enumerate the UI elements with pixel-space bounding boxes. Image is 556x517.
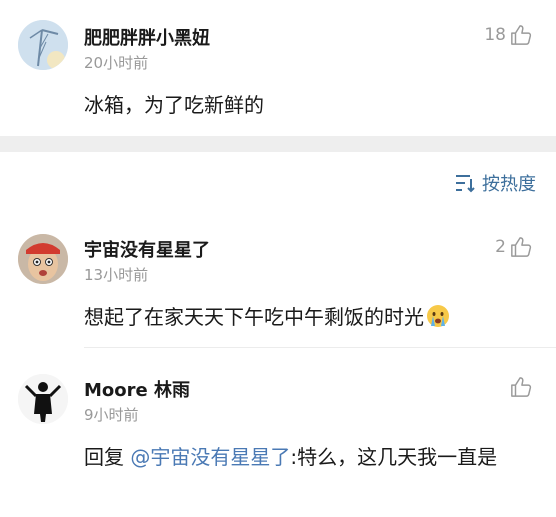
crying-face-emoji [426,302,450,340]
reply-text: :特么，这几天我一直是 [290,445,498,469]
like-button[interactable] [506,376,532,398]
username[interactable]: 宇宙没有星星了 [84,236,210,262]
comment-text: 回复 @宇宙没有星星了:特么，这几天我一直是 [84,438,532,476]
username[interactable]: Moore 林雨 [84,376,190,402]
thumbs-up-icon [511,25,532,45]
thumbs-up-icon [511,237,532,257]
crane-avatar-image [18,20,68,70]
timestamp: 20小时前 [84,54,149,72]
like-count: 2 [495,237,506,257]
avatar[interactable] [18,20,68,70]
comment-separator [84,347,556,348]
timestamp: 9小时前 [84,406,139,424]
like-count: 18 [484,25,506,45]
silhouette-avatar-image [18,374,68,424]
timestamp: 13小时前 [84,266,149,284]
like-button[interactable]: 18 [484,24,532,46]
username[interactable]: 肥肥胖胖小黑妞 [84,24,210,50]
section-divider [0,136,556,152]
thumbs-up-icon [511,377,532,397]
reply-prefix: 回复 [84,445,131,469]
comment-1: 肥肥胖胖小黑妞 20小时前 18 冰箱，为了吃新鲜的 [0,0,556,136]
person-avatar-image [18,234,68,284]
sort-label: 按热度 [482,174,536,195]
sort-icon [456,175,475,193]
comment-text-content: 想起了在家天天下午吃中午剩饭的时光 [84,305,424,329]
comment-text: 冰箱，为了吃新鲜的 [84,93,264,117]
like-button[interactable]: 2 [495,236,532,258]
sort-by-hot-button[interactable]: 按热度 [454,170,536,196]
avatar[interactable] [18,374,68,424]
comment-text: 想起了在家天天下午吃中午剩饭的时光 [84,298,532,340]
mention-link[interactable]: @宇宙没有星星了 [130,445,290,469]
avatar[interactable] [18,234,68,284]
